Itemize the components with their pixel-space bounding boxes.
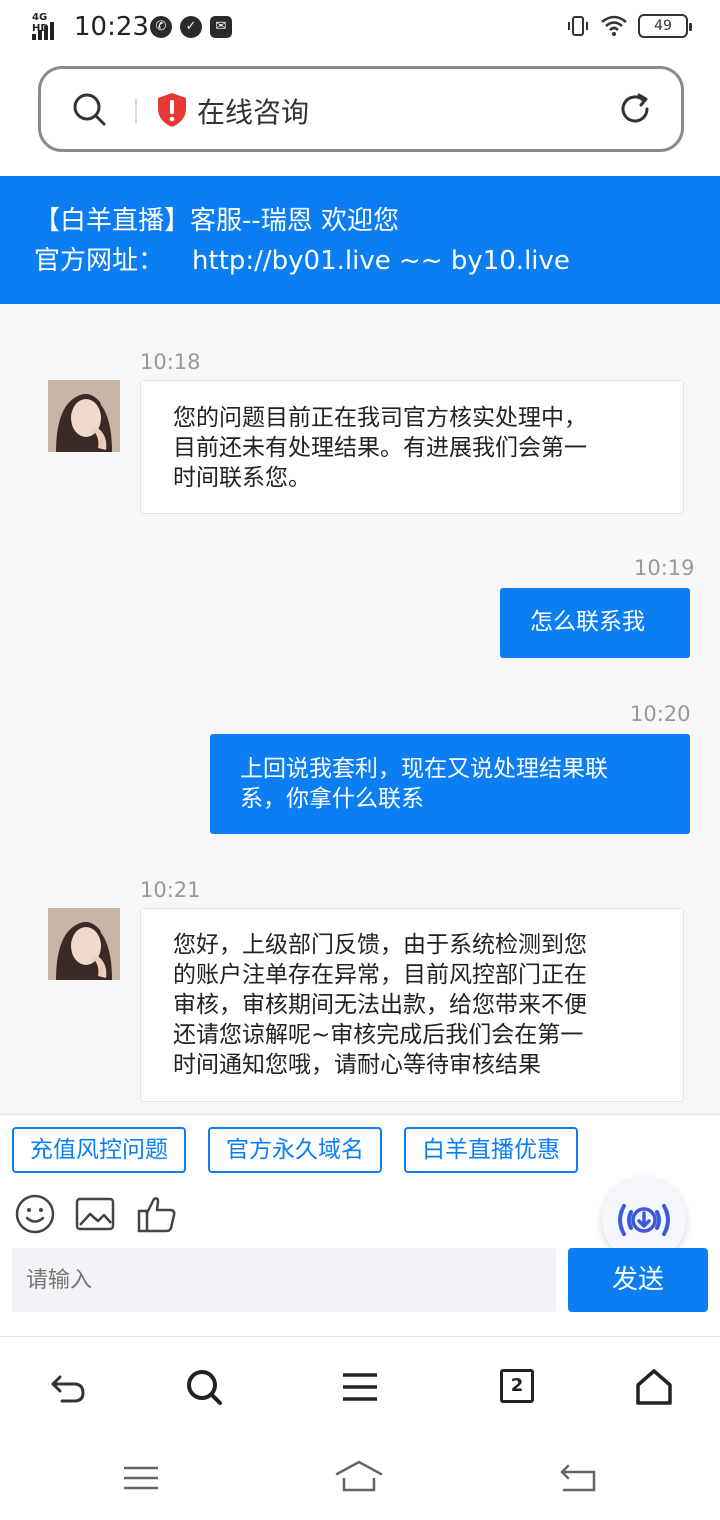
message-text: 审核，审核期间无法出款，给您带来不便 — [173, 992, 587, 1018]
emoji-icon[interactable] — [14, 1193, 56, 1235]
message-bubble-incoming: 您的问题目前正在我司官方核实处理中， 目前还未有处理结果。有进展我们会第一 时间… — [140, 380, 684, 514]
quick-reply-promotions[interactable]: 白羊直播优惠 — [404, 1127, 578, 1173]
browser-toolbar: 2 — [0, 1336, 720, 1436]
system-navigation — [0, 1436, 720, 1520]
search-icon[interactable] — [71, 91, 107, 127]
quick-reply-official-domain[interactable]: 官方永久域名 — [208, 1127, 382, 1173]
notification-icons: ✆ ✓ ✉ — [150, 16, 232, 38]
menu-icon[interactable] — [340, 1367, 380, 1407]
divider — [135, 99, 137, 123]
back-icon[interactable] — [48, 1367, 88, 1407]
quick-reply-recharge-risk[interactable]: 充值风控问题 — [12, 1127, 186, 1173]
banner-website-url[interactable]: http://by01.live ~~ by10.live — [192, 246, 570, 276]
system-home-icon[interactable] — [334, 1458, 384, 1498]
shield-warning-icon[interactable] — [155, 91, 189, 129]
message-bubble-incoming: 您好，上级部门反馈，由于系统检测到您 的账户注单存在异常，目前风控部门正在 审核… — [140, 908, 684, 1102]
system-back-icon[interactable] — [554, 1458, 604, 1498]
message-text: 您的问题目前正在我司官方核实处理中， — [173, 405, 587, 431]
home-icon[interactable] — [634, 1367, 674, 1407]
message-text: 还请您谅解呢~审核完成后我们会在第一 — [173, 1022, 584, 1048]
wechat-icon: ✆ — [150, 16, 172, 38]
search-icon[interactable] — [184, 1367, 224, 1407]
tabs-button[interactable]: 2 — [500, 1369, 534, 1403]
reload-icon[interactable] — [617, 91, 653, 127]
message-bubble-outgoing: 上回说我套利，现在又说处理结果联 系，你拿什么联系 — [210, 734, 690, 834]
check-icon: ✓ — [180, 16, 202, 38]
send-button[interactable]: 发送 — [568, 1248, 708, 1312]
wifi-icon — [601, 15, 627, 36]
message-timestamp: 10:19 — [634, 556, 695, 580]
message-input[interactable] — [12, 1248, 556, 1312]
signal-icon: 4G HD — [32, 12, 66, 40]
banner-website-label: 官方网址： — [34, 246, 165, 276]
recent-apps-icon[interactable] — [116, 1458, 166, 1498]
message-text: 您好，上级部门反馈，由于系统检测到您 — [173, 932, 587, 958]
message-text: 时间联系您。 — [173, 465, 311, 491]
message-text: 系，你拿什么联系 — [240, 786, 424, 812]
message-timestamp: 10:21 — [140, 878, 201, 902]
banner-website: 官方网址： http://by01.live ~~ by10.live — [34, 240, 570, 277]
status-bar: 4G HD 10:23 ✆ ✓ ✉ 49 — [0, 0, 720, 56]
welcome-banner: 【白羊直播】客服--瑞恩 欢迎您 官方网址： http://by01.live ~… — [0, 176, 720, 304]
banner-greeting: 【白羊直播】客服--瑞恩 欢迎您 — [34, 206, 400, 236]
message-text: 时间通知您哦，请耐心等待审核结果 — [173, 1052, 541, 1078]
thumbs-up-icon[interactable] — [136, 1193, 178, 1235]
agent-avatar[interactable] — [48, 380, 120, 452]
message-text: 上回说我套利，现在又说处理结果联 — [240, 756, 608, 782]
message-text: 的账户注单存在异常，目前风控部门正在 — [173, 962, 587, 988]
address-bar[interactable]: 在线咨询 — [38, 66, 684, 152]
image-icon[interactable] — [74, 1193, 116, 1235]
broadcast-download-icon — [618, 1204, 670, 1236]
message-timestamp: 10:20 — [630, 702, 691, 726]
message-text: 怎么联系我 — [530, 609, 645, 635]
page-title: 在线咨询 — [197, 96, 310, 129]
agent-avatar[interactable] — [48, 908, 120, 980]
mail-icon: ✉ — [210, 16, 232, 38]
clock: 10:23 — [74, 12, 149, 42]
message-bubble-outgoing: 怎么联系我 — [500, 588, 690, 658]
chat-area[interactable]: 10:18 您的问题目前正在我司官方核实处理中， 目前还未有处理结果。有进展我们… — [0, 304, 720, 1114]
battery-icon: 49 — [638, 14, 692, 38]
vibrate-icon — [568, 16, 588, 36]
message-timestamp: 10:18 — [140, 350, 201, 374]
message-text: 目前还未有处理结果。有进展我们会第一 — [173, 435, 587, 461]
